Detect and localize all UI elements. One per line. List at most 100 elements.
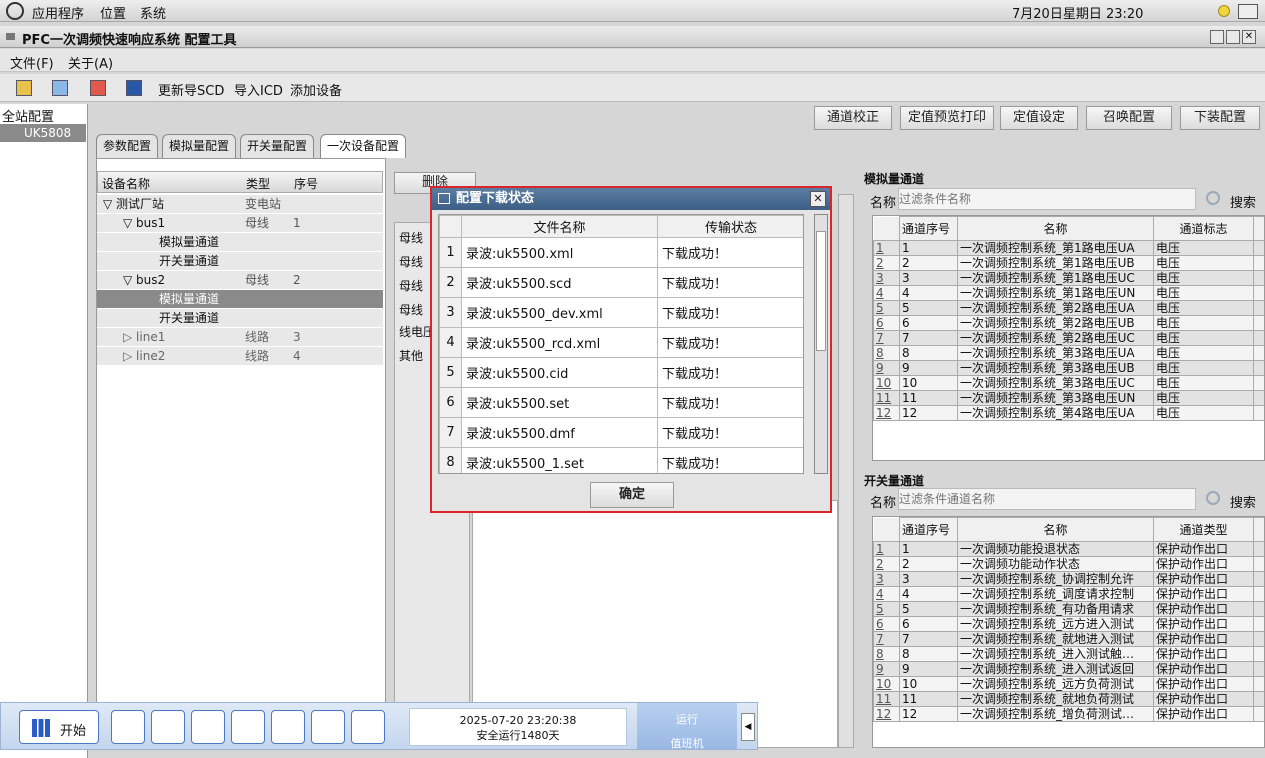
save-icon[interactable] — [126, 80, 142, 96]
monitor-icon[interactable] — [111, 710, 145, 744]
applications-menu[interactable]: 应用程序 — [32, 3, 84, 22]
maximize-icon[interactable] — [1226, 30, 1240, 44]
collapse-arrow-icon[interactable]: ◀ — [741, 713, 755, 741]
table-row[interactable]: 6 6 一次调频控制系统_远方进入测试 保护动作出口 — [873, 616, 1264, 632]
tab-primary-device[interactable]: 一次设备配置 — [320, 134, 407, 158]
system-menu[interactable]: 系统 — [140, 3, 166, 22]
col-seq[interactable]: 序号 — [294, 175, 318, 192]
list-item[interactable]: 其他 — [399, 347, 423, 365]
col-device-name[interactable]: 设备名称 — [102, 175, 150, 192]
table-row[interactable]: 5 5 一次调频控制系统_第2路电压UA 电压 — [873, 300, 1264, 316]
table-row[interactable]: 3 3 一次调频控制系统_协调控制允许 保护动作出口 — [873, 571, 1264, 587]
table-row[interactable]: 5 录波:uk5500.cid 下载成功！ — [439, 357, 803, 388]
clock[interactable]: 7月20日星期日 23:20 — [1012, 3, 1143, 22]
table-row[interactable]: 开关量通道 — [97, 252, 383, 270]
list-item[interactable]: 母线 — [399, 229, 423, 247]
file-menu[interactable]: 文件(F) — [10, 53, 54, 72]
list-item[interactable]: 母线 — [399, 277, 423, 295]
col-name[interactable]: 名称 — [957, 517, 1154, 542]
table-row[interactable]: 1 录波:uk5500.xml 下载成功！ — [439, 237, 803, 268]
places-menu[interactable]: 位置 — [100, 3, 126, 22]
open-folder-icon[interactable] — [16, 80, 32, 96]
table-row[interactable]: ▷ line1 线路 3 — [97, 328, 383, 346]
col-file-name[interactable]: 文件名称 — [461, 215, 658, 238]
table-row[interactable]: 10 10 一次调频控制系统_远方负荷测试 保护动作出口 — [873, 676, 1264, 692]
col-channel-no[interactable]: 通道序号 — [899, 517, 958, 542]
list-item[interactable]: 母线 — [399, 301, 423, 319]
table-row[interactable]: 9 9 一次调频控制系统_第3路电压UB 电压 — [873, 360, 1264, 376]
table-row[interactable]: ▽ bus2 母线 2 — [97, 271, 383, 289]
table-row[interactable]: 10 10 一次调频控制系统_第3路电压UC 电压 — [873, 375, 1264, 391]
update-scd-button[interactable]: 更新导SCD — [158, 80, 224, 99]
search-doc-icon[interactable] — [311, 710, 345, 744]
bulb-icon[interactable] — [1218, 5, 1230, 17]
close-icon[interactable]: ✕ — [810, 191, 826, 207]
dialog-scrollbar[interactable] — [814, 214, 828, 474]
table-row[interactable]: ▽ bus1 母线 1 — [97, 214, 383, 232]
table-row[interactable]: 4 4 一次调频控制系统_调度请求控制 保护动作出口 — [873, 586, 1264, 602]
list-item[interactable]: 母线 — [399, 253, 423, 271]
import-icd-button[interactable]: 导入ICD — [234, 80, 283, 99]
table-row[interactable]: 8 8 一次调频控制系统_进入测试触… 保护动作出口 — [873, 646, 1264, 662]
display-icon[interactable] — [151, 710, 185, 744]
tab-params[interactable]: 参数配置 — [96, 134, 159, 158]
dialog-scroll-thumb[interactable] — [816, 231, 826, 351]
table-row[interactable]: 3 录波:uk5500_dev.xml 下载成功！ — [439, 297, 803, 328]
table-row[interactable]: 2 录波:uk5500.scd 下载成功！ — [439, 267, 803, 298]
download-config-button[interactable]: 下装配置 — [1180, 106, 1260, 130]
shield-icon[interactable] — [191, 710, 225, 744]
table-row[interactable]: 11 11 一次调频控制系统_就地负荷测试 保护动作出口 — [873, 691, 1264, 707]
table-row[interactable]: ▽ 测试厂站 变电站 — [97, 195, 383, 213]
table-row[interactable]: 7 录波:uk5500.dmf 下载成功！ — [439, 417, 803, 448]
table-row-selected[interactable]: 模拟量通道 — [97, 290, 383, 308]
table-row[interactable]: 4 4 一次调频控制系统_第1路电压UN 电压 — [873, 285, 1264, 301]
middle-scrollbar[interactable] — [838, 194, 854, 748]
export-icon[interactable] — [90, 80, 106, 96]
setting-preview-print-button[interactable]: 定值预览打印 — [900, 106, 994, 130]
add-device-button[interactable]: 添加设备 — [290, 80, 342, 99]
start-button[interactable]: 开始 — [19, 710, 99, 744]
switch-filter-input[interactable] — [898, 488, 1196, 510]
tab-switch[interactable]: 开关量配置 — [240, 134, 315, 158]
tree-device[interactable]: UK5808 — [0, 124, 86, 142]
tab-analog[interactable]: 模拟量配置 — [162, 134, 237, 158]
table-row[interactable]: 2 2 一次调频功能动作状态 保护动作出口 — [873, 556, 1264, 572]
table-row[interactable]: 7 7 一次调频控制系统_就地进入测试 保护动作出口 — [873, 631, 1264, 647]
table-row[interactable]: 3 3 一次调频控制系统_第1路电压UC 电压 — [873, 270, 1264, 286]
col-transfer-status[interactable]: 传输状态 — [657, 215, 803, 238]
recall-config-button[interactable]: 召唤配置 — [1086, 106, 1172, 130]
new-file-icon[interactable] — [52, 80, 68, 96]
bar-chart-icon[interactable] — [231, 710, 265, 744]
table-row[interactable]: ▷ line2 线路 4 — [97, 347, 383, 365]
table-row[interactable]: 1 1 一次调频功能投退状态 保护动作出口 — [873, 541, 1264, 557]
analog-search-button[interactable]: 搜索 — [1230, 192, 1256, 211]
table-row[interactable]: 4 录波:uk5500_rcd.xml 下载成功！ — [439, 327, 803, 358]
col-name[interactable]: 名称 — [957, 216, 1154, 241]
col-type[interactable]: 类型 — [246, 175, 270, 192]
analog-filter-input[interactable] — [898, 188, 1196, 210]
table-row[interactable]: 2 2 一次调频控制系统_第1路电压UB 电压 — [873, 255, 1264, 271]
col-channel-no[interactable]: 通道序号 — [899, 216, 958, 241]
close-icon[interactable]: ✕ — [1242, 30, 1256, 44]
col-channel-type[interactable]: 通道类型 — [1153, 517, 1254, 542]
table-row[interactable]: 12 12 一次调频控制系统_增负荷测试… 保护动作出口 — [873, 706, 1264, 722]
table-row[interactable]: 8 8 一次调频控制系统_第3路电压UA 电压 — [873, 345, 1264, 361]
about-menu[interactable]: 关于(A) — [68, 53, 113, 72]
table-row[interactable]: 12 12 一次调频控制系统_第4路电压UA 电压 — [873, 405, 1264, 421]
table-row[interactable]: 11 11 一次调频控制系统_第3路电压UN 电压 — [873, 390, 1264, 406]
table-row[interactable]: 6 6 一次调频控制系统_第2路电压UB 电压 — [873, 315, 1264, 331]
gnome-foot-icon[interactable] — [6, 2, 24, 20]
search-icon[interactable] — [1206, 191, 1220, 205]
table-row[interactable]: 6 录波:uk5500.set 下载成功！ — [439, 387, 803, 418]
setting-value-button[interactable]: 定值设定 — [1000, 106, 1078, 130]
database-icon[interactable] — [271, 710, 305, 744]
table-row[interactable]: 8 录波:uk5500_1.set 下载成功！ — [439, 447, 803, 473]
table-row[interactable]: 模拟量通道 — [97, 233, 383, 251]
table-row[interactable]: 9 9 一次调频控制系统_进入测试返回 保护动作出口 — [873, 661, 1264, 677]
table-row[interactable]: 5 5 一次调频控制系统_有功备用请求 保护动作出口 — [873, 601, 1264, 617]
channel-calibration-button[interactable]: 通道校正 — [814, 106, 892, 130]
keyboard-icon[interactable] — [1238, 4, 1258, 19]
col-channel-flag[interactable]: 通道标志 — [1153, 216, 1254, 241]
search-icon[interactable] — [1206, 491, 1220, 505]
table-row[interactable]: 开关量通道 — [97, 309, 383, 327]
